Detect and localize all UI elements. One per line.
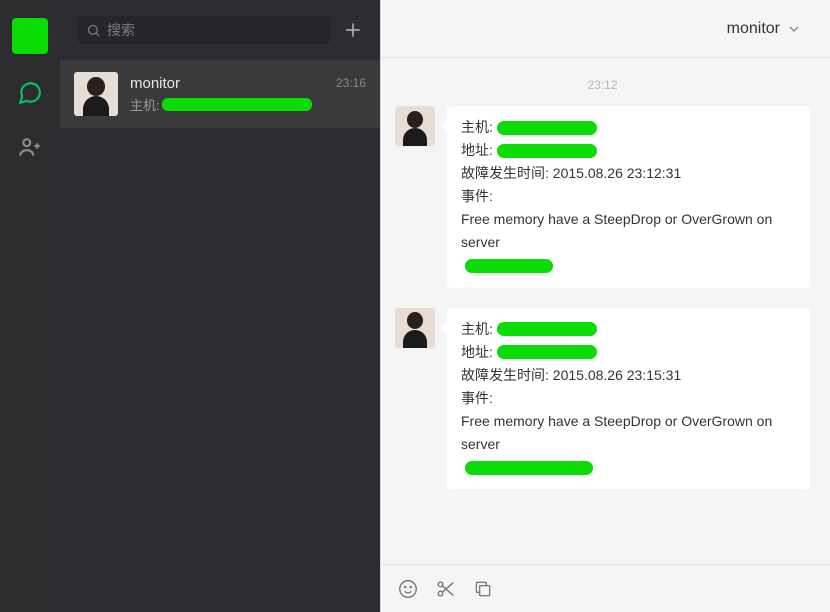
search-box[interactable] <box>78 16 330 44</box>
fault-time-label: 故障发生时间: <box>461 162 549 185</box>
host-label: 主机: <box>461 318 493 341</box>
conversation-time: 23:16 <box>336 76 366 90</box>
avatar[interactable] <box>395 106 435 146</box>
preview-prefix: 主机: <box>130 95 160 114</box>
chat-header[interactable]: monitor <box>381 0 830 58</box>
message-bubble: 主机: 地址: 故障发生时间: 2015.08.26 23:12:31 事件: … <box>447 106 810 288</box>
conversation-item[interactable]: monitor 23:16 主机: <box>60 60 380 128</box>
redacted-text <box>465 259 553 273</box>
nav-rail <box>0 0 60 612</box>
cut-button[interactable] <box>435 578 457 600</box>
redacted-text <box>497 322 597 336</box>
avatar <box>74 72 118 116</box>
redacted-text <box>162 98 312 111</box>
search-input[interactable] <box>107 22 322 38</box>
conversation-text: monitor 23:16 主机: <box>130 75 366 114</box>
nav-chat-icon[interactable] <box>15 78 45 108</box>
addr-label: 地址: <box>461 139 493 162</box>
chat-header-name: monitor <box>727 20 780 38</box>
chat-footer <box>381 564 830 612</box>
message: 主机: 地址: 故障发生时间: 2015.08.26 23:15:31 事件: … <box>395 308 810 490</box>
redacted-text <box>465 461 593 475</box>
nav-contacts-icon[interactable] <box>15 132 45 162</box>
time-divider: 23:12 <box>395 78 810 92</box>
emoji-button[interactable] <box>397 578 419 600</box>
chevron-down-icon <box>786 21 802 37</box>
emoji-icon <box>397 578 419 600</box>
chat-body[interactable]: 23:12 主机: 地址: 故障发生时间: 2015.08.26 23:12:3… <box>381 58 830 564</box>
sidebar: monitor 23:16 主机: <box>60 0 380 612</box>
redacted-text <box>497 345 597 359</box>
fault-time-label: 故障发生时间: <box>461 364 549 387</box>
search-icon <box>86 23 101 38</box>
event-label: 事件: <box>461 387 493 410</box>
fault-time-value: 2015.08.26 23:12:31 <box>553 162 681 185</box>
conversation-preview: 主机: <box>130 95 366 114</box>
event-text: Free memory have a SteepDrop or OverGrow… <box>461 208 796 254</box>
message: 主机: 地址: 故障发生时间: 2015.08.26 23:12:31 事件: … <box>395 106 810 288</box>
add-button[interactable] <box>340 17 366 43</box>
redacted-text <box>497 144 597 158</box>
redacted-text <box>497 121 597 135</box>
event-text: Free memory have a SteepDrop or OverGrow… <box>461 410 796 456</box>
fault-time-value: 2015.08.26 23:15:31 <box>553 364 681 387</box>
file-button[interactable] <box>473 579 493 599</box>
scissors-icon <box>435 578 457 600</box>
user-avatar[interactable] <box>12 18 48 54</box>
event-label: 事件: <box>461 185 493 208</box>
chat-area: monitor 23:12 主机: 地址: 故障发生时间: 2015.08.26… <box>380 0 830 612</box>
host-label: 主机: <box>461 116 493 139</box>
avatar[interactable] <box>395 308 435 348</box>
copy-icon <box>473 579 493 599</box>
conversation-name: monitor <box>130 75 180 92</box>
message-bubble: 主机: 地址: 故障发生时间: 2015.08.26 23:15:31 事件: … <box>447 308 810 490</box>
sidebar-top <box>60 0 380 60</box>
addr-label: 地址: <box>461 341 493 364</box>
plus-icon <box>343 20 363 40</box>
